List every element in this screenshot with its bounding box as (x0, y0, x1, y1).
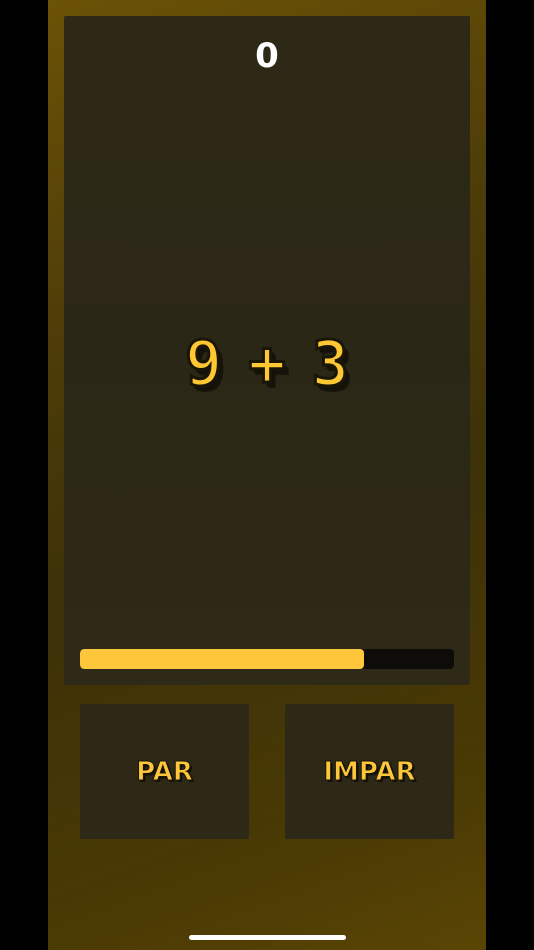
left-operand: 9 (183, 326, 223, 402)
right-operand: 3 (310, 326, 350, 402)
odd-button-label: IMPAR (323, 756, 416, 787)
odd-button[interactable]: IMPAR (285, 704, 454, 839)
timer-bar (80, 649, 454, 669)
question-panel: 0 9 + 3 (64, 16, 470, 685)
home-indicator[interactable] (189, 935, 346, 940)
even-button-label: PAR (136, 756, 194, 787)
math-equation: 9 + 3 (64, 326, 470, 402)
even-button[interactable]: PAR (80, 704, 249, 839)
game-screen: 0 9 + 3 PAR IMPAR (48, 0, 486, 950)
timer-bar-fill (80, 649, 365, 669)
score-counter: 0 (255, 36, 279, 76)
operator-sign: + (247, 326, 287, 402)
